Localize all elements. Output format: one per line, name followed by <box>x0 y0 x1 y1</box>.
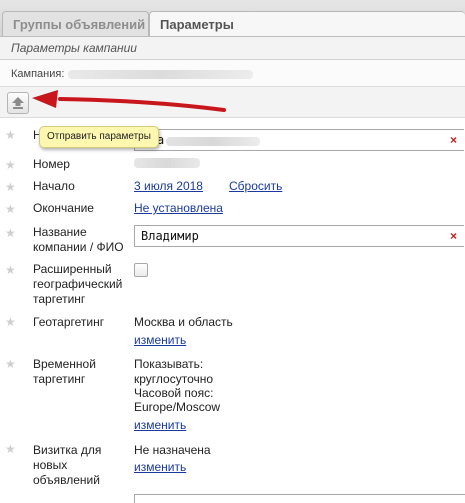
star-icon[interactable]: ★ <box>5 159 17 171</box>
time-edit-link[interactable]: изменить <box>134 418 186 433</box>
clear-icon[interactable]: × <box>450 134 457 146</box>
time-show-label: Показывать: <box>134 357 204 371</box>
star-icon[interactable]: ★ <box>5 264 17 276</box>
field-label-number: Номер <box>33 157 70 171</box>
tab-bar: Группы объявлений Параметры <box>0 0 465 37</box>
campaign-name-redacted <box>166 137 260 146</box>
field-label-time-line2: таргетинг <box>33 372 86 386</box>
field-label-ext-geo-line2: географический <box>33 277 123 291</box>
field-label-vcard-line3: объявлений <box>33 473 100 487</box>
star-icon[interactable]: ★ <box>5 227 17 239</box>
star-icon[interactable]: ★ <box>5 316 17 328</box>
campaign-label: Кампания: <box>11 68 65 80</box>
tooltip-send-parameters: Отправить параметры <box>39 126 159 148</box>
field-label-ext-geo-line1: Расширенный <box>33 262 112 276</box>
extended-geo-checkbox[interactable] <box>134 263 148 277</box>
star-icon[interactable]: ★ <box>5 181 17 193</box>
field-label-vcard-line1: Визитка для <box>33 443 102 457</box>
reset-start-link[interactable]: Сбросить <box>229 179 282 194</box>
field-label-company-line2: компании / ФИО <box>33 240 124 254</box>
field-label-company-line1: Название <box>33 225 87 239</box>
vcard-value: Не назначена <box>134 443 211 457</box>
field-label-start: Начало <box>33 179 75 193</box>
geo-value: Москва и область <box>134 315 233 329</box>
field-label-end: Окончание <box>33 201 94 215</box>
time-zone-value: Europe/Moscow <box>134 400 221 414</box>
star-icon[interactable]: ★ <box>5 129 17 141</box>
star-icon[interactable]: ★ <box>5 203 17 215</box>
star-icon[interactable]: ★ <box>5 358 17 370</box>
time-zone-label: Часовой пояс: <box>134 386 214 400</box>
end-date-link[interactable]: Не установлена <box>134 201 223 216</box>
time-schedule-value: круглосуточно <box>134 372 214 386</box>
annotation-arrow <box>32 90 226 112</box>
geo-edit-link[interactable]: изменить <box>134 333 186 348</box>
field-label-time-line1: Временной <box>33 357 96 371</box>
section-title: Параметры кампании <box>11 41 137 55</box>
company-name-input[interactable]: Владимир <box>134 225 464 247</box>
campaign-number-redacted <box>134 158 200 168</box>
company-name-value: Владимир <box>141 229 199 243</box>
field-label-ext-geo-line3: таргетинг <box>33 292 86 306</box>
field-label-geo: Геотаргетинг <box>33 315 105 329</box>
campaign-name-redacted <box>68 70 253 79</box>
tab-ad-groups[interactable]: Группы объявлений <box>2 11 149 36</box>
upload-button[interactable] <box>7 92 29 114</box>
upload-arrow-icon <box>12 97 24 109</box>
start-date-link[interactable]: 3 июля 2018 <box>134 179 203 194</box>
section-header: Параметры кампании <box>0 37 465 60</box>
campaign-row: Кампания: <box>0 60 465 87</box>
field-label-vcard-line2: новых <box>33 458 68 472</box>
clear-icon[interactable]: × <box>450 230 457 242</box>
vcard-edit-link[interactable]: изменить <box>134 460 186 475</box>
tab-parameters[interactable]: Параметры <box>149 11 465 36</box>
star-icon[interactable]: ★ <box>5 443 17 455</box>
